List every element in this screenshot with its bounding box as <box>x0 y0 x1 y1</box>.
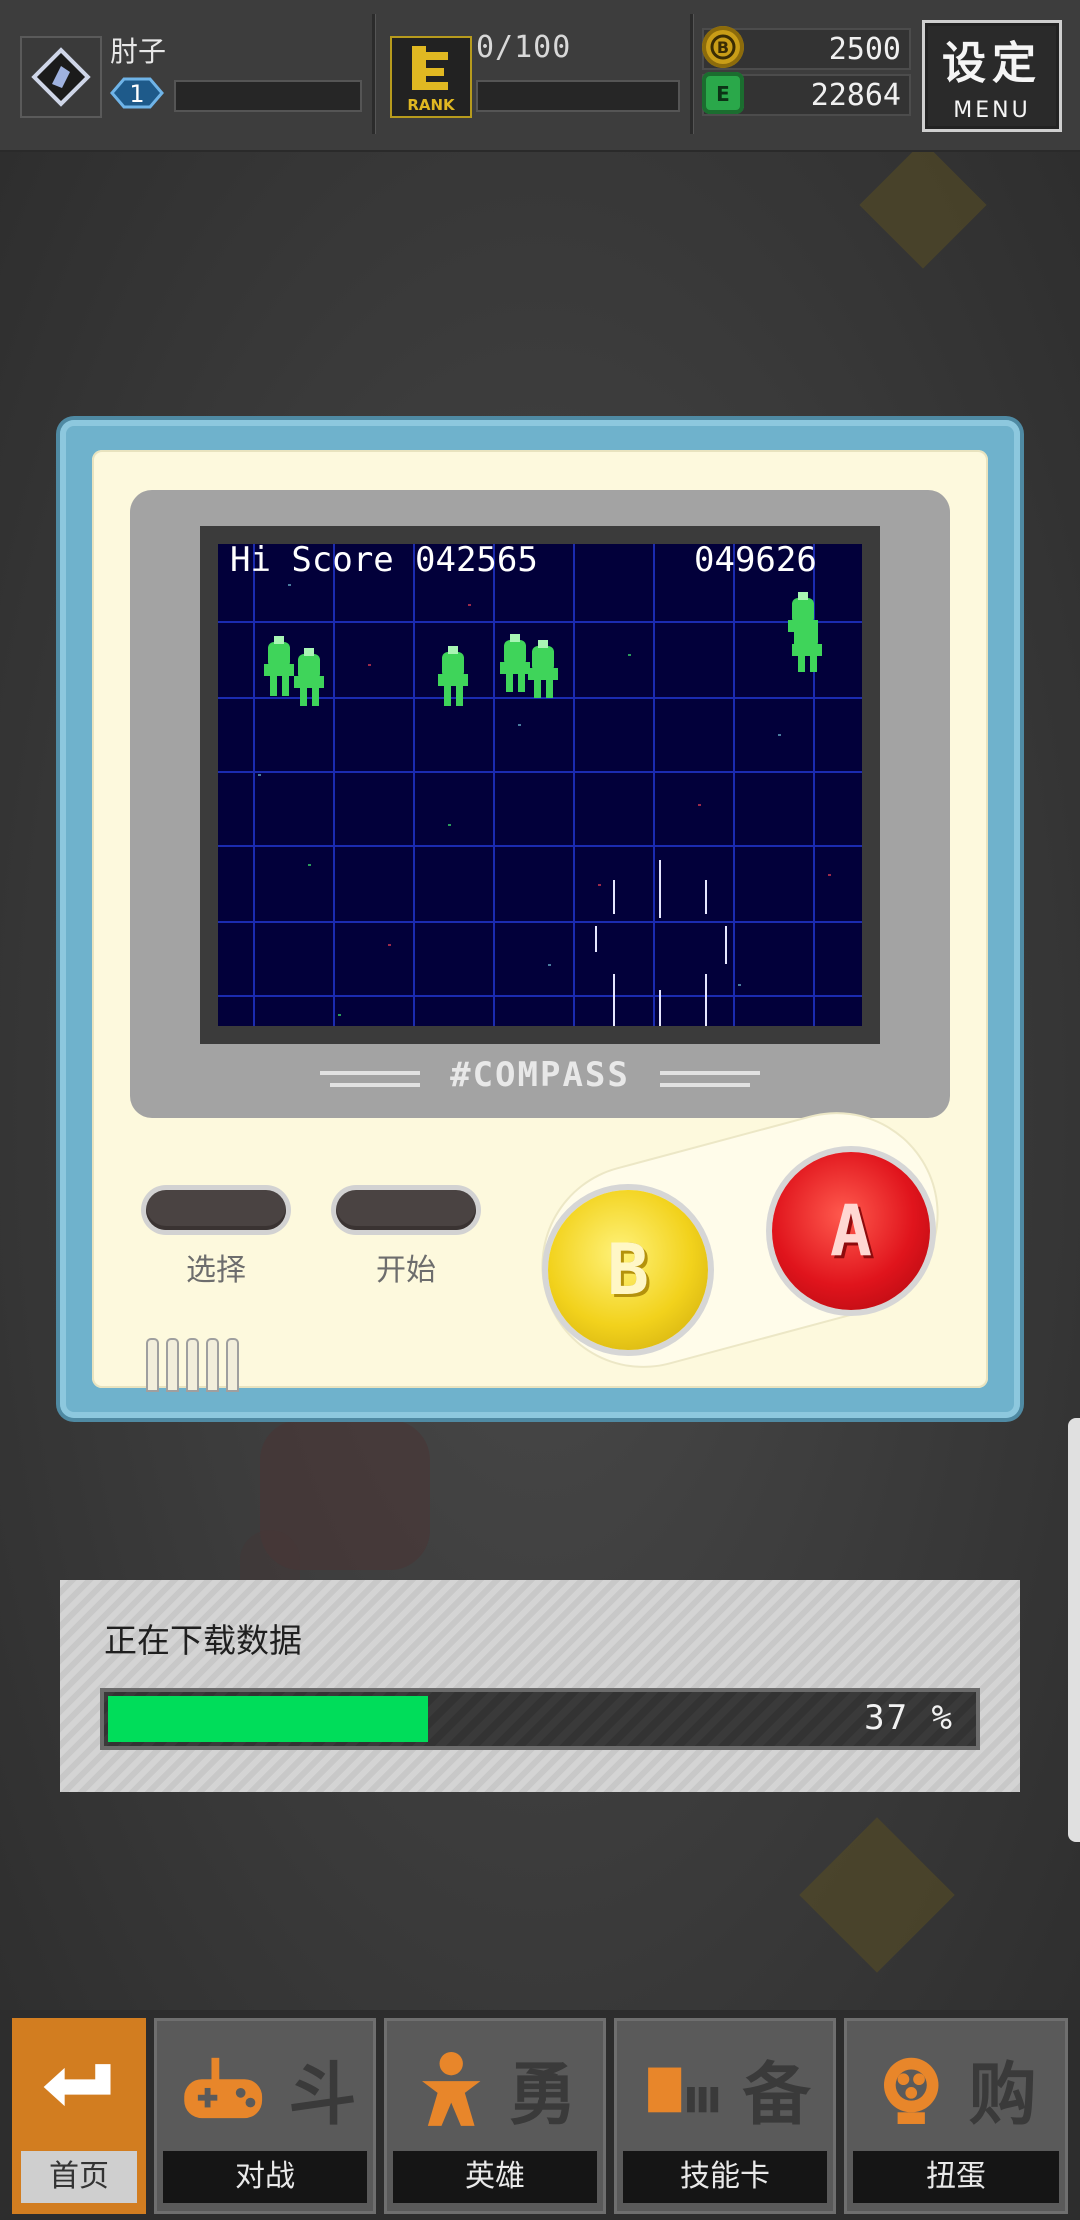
download-percent-text: 37 % <box>864 1698 954 1738</box>
speaker-grille-slot <box>226 1338 239 1392</box>
rank-count: 0/100 <box>476 30 572 65</box>
enemy-sprite <box>528 640 558 698</box>
side-drawer-handle[interactable] <box>1068 1418 1080 1842</box>
gamepad-icon: 斗 <box>184 2056 356 2135</box>
console-brand-text: #COMPASS <box>450 1055 630 1095</box>
rank-icon[interactable]: RANK <box>390 36 472 118</box>
nav-art-text: 勇 <box>509 2056 577 2135</box>
nav-art-text: 购 <box>969 2056 1037 2135</box>
enemy-sprite <box>264 636 294 696</box>
svg-text:B: B <box>717 38 729 57</box>
start-button[interactable] <box>336 1190 476 1230</box>
select-button[interactable] <box>146 1190 286 1230</box>
speaker-grille-slot <box>166 1338 179 1392</box>
enemy-sprite <box>792 622 822 672</box>
speaker-grille-slot <box>186 1338 199 1392</box>
enemy-sprite <box>500 634 530 692</box>
player-emblem-icon[interactable] <box>20 36 102 118</box>
menu-button[interactable]: 设定 MENU <box>922 20 1062 132</box>
download-title: 正在下载数据 <box>104 1621 302 1660</box>
hero-figure-icon: 勇 <box>422 2051 577 2135</box>
rank-progress-bar <box>476 80 680 112</box>
game-screen: 肘子 1 RANK 0/100 B 2500 E 22864 设定 MENU H… <box>0 0 1080 2220</box>
green-gem-icon: E <box>702 72 744 114</box>
player-bullets <box>595 860 727 1026</box>
select-label: 选择 <box>186 1253 246 1288</box>
b-button[interactable]: B <box>548 1190 708 1350</box>
nav-heroes-label: 英雄 <box>393 2151 597 2203</box>
card-stack-icon: 备 <box>648 2056 812 2135</box>
nav-battle[interactable]: 斗 对战 <box>154 2018 376 2214</box>
nav-skill-cards-label: 技能卡 <box>623 2151 827 2203</box>
nav-art-text: 斗 <box>288 2056 356 2135</box>
download-progress-fill <box>108 1696 428 1742</box>
a-button[interactable]: A <box>772 1152 930 1310</box>
nav-skill-cards[interactable]: 备 技能卡 <box>614 2018 836 2214</box>
nav-home-label: 首页 <box>21 2151 137 2203</box>
nav-home[interactable]: 首页 <box>12 2018 146 2214</box>
enemy-group <box>264 592 822 706</box>
gacha-capsule-icon: 购 <box>883 2056 1037 2135</box>
gold-amount: 2500 <box>828 32 901 67</box>
download-panel <box>60 1580 1020 1792</box>
nav-heroes[interactable]: 勇 英雄 <box>384 2018 606 2214</box>
nav-gacha-label: 扭蛋 <box>853 2151 1059 2203</box>
gold-coin-icon: B <box>702 26 744 68</box>
lcd-display <box>218 544 862 1026</box>
player-name: 肘子 <box>110 35 167 68</box>
hiscore-label: Hi Score <box>230 540 394 580</box>
green-currency: E 22864 <box>702 72 911 116</box>
nav-art-text: 备 <box>743 2056 812 2135</box>
nav-battle-label: 对战 <box>163 2151 367 2203</box>
green-amount: 22864 <box>810 78 901 113</box>
top-status-bar: 肘子 1 RANK 0/100 B 2500 E 22864 设定 MENU <box>0 0 1080 152</box>
background-diamond-decoration <box>799 1817 955 1973</box>
hiscore-value: 042565 <box>415 540 538 580</box>
divider <box>372 14 376 134</box>
speaker-grille-slot <box>206 1338 219 1392</box>
menu-kanji: 设定 <box>942 38 1042 89</box>
speaker-grille-slot <box>146 1338 159 1392</box>
game-grid <box>218 544 862 1026</box>
level-exp-bar <box>174 80 362 112</box>
svg-text:E: E <box>716 82 730 106</box>
divider <box>690 14 694 134</box>
b-button-label: B <box>606 1229 650 1311</box>
level-badge: 1 <box>110 77 164 109</box>
current-score: 049626 <box>694 540 817 580</box>
nav-gacha[interactable]: 购 扭蛋 <box>844 2018 1068 2214</box>
level-number: 1 <box>129 80 144 108</box>
svg-text:RANK: RANK <box>407 96 456 114</box>
gold-currency: B 2500 <box>702 26 911 70</box>
background-diamond-decoration <box>859 141 987 269</box>
menu-label: MENU <box>953 98 1031 123</box>
start-label: 开始 <box>376 1253 436 1288</box>
return-arrow-icon <box>43 2064 111 2107</box>
a-button-label: A <box>829 1190 873 1272</box>
download-progress-bar: 37 % <box>100 1688 980 1750</box>
